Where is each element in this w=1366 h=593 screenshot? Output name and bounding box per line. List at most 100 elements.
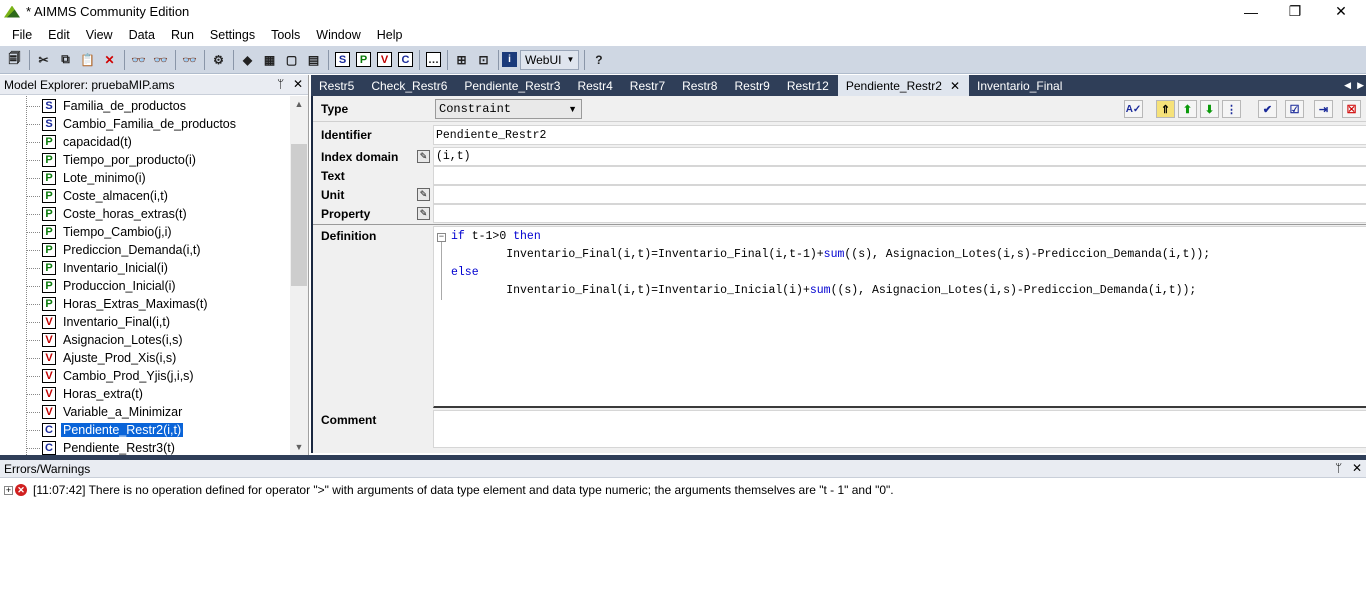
menu-run[interactable]: Run (163, 28, 202, 42)
tree-item[interactable]: C Pendiente_Restr3(t) (26, 439, 290, 455)
more-button[interactable]: … (426, 52, 441, 67)
pin-icon[interactable]: ᛘ (277, 77, 284, 91)
save-all-icon[interactable]: 🗐 (4, 49, 25, 70)
move-top-icon[interactable]: ⇑ (1156, 100, 1175, 118)
help-icon[interactable]: ? (588, 49, 609, 70)
menu-settings[interactable]: Settings (202, 28, 263, 42)
close-icon[interactable]: ✕ (293, 77, 303, 91)
tab-inventario-final[interactable]: Inventario_Final (969, 75, 1071, 96)
edit-index-domain-icon[interactable]: ✎ (417, 150, 430, 163)
tree-item[interactable]: V Ajuste_Prod_Xis(i,s) (26, 349, 290, 367)
find-next-icon[interactable]: 👓 (150, 49, 171, 70)
tree-item[interactable]: Pcapacidad(t) (26, 133, 290, 151)
definition-editor[interactable]: − if t-1>0 then Inventario_Final(i,t)=In… (433, 226, 1366, 408)
tab-close-icon[interactable]: ✕ (950, 79, 960, 93)
compile-icon[interactable]: ⊡ (473, 49, 494, 70)
check-icon[interactable]: ✔ (1258, 100, 1277, 118)
model-icon[interactable]: ◆ (237, 49, 258, 70)
tab-left-icon[interactable]: ◀ (1344, 80, 1351, 91)
delete-icon[interactable]: ✕ (99, 49, 120, 70)
scroll-down-icon[interactable]: ▼ (290, 439, 308, 455)
tree-item[interactable]: S Familia_de_productos (26, 97, 290, 115)
spell-check-icon[interactable]: A✓ (1124, 100, 1143, 118)
tree-item[interactable]: V Inventario_Final(i,t) (26, 313, 290, 331)
menu-help[interactable]: Help (369, 28, 411, 42)
restore-button[interactable]: ❐ (1272, 0, 1318, 23)
expand-icon[interactable]: + (4, 485, 13, 495)
tree-item[interactable]: C Pendiente_Restr2(i,t) (26, 421, 290, 439)
tab-restr9[interactable]: Restr9 (726, 75, 778, 96)
tab-pendiente-restr3[interactable]: Pendiente_Restr3 (456, 75, 569, 96)
page-f-icon[interactable]: ▤ (303, 49, 324, 70)
error-entry[interactable]: + ✕ [11:07:42] There is no operation def… (4, 483, 894, 497)
menu-window[interactable]: Window (308, 28, 368, 42)
check-all-icon[interactable]: ☑ (1285, 100, 1304, 118)
tree-item[interactable]: P Prediccion_Demanda(i,t) (26, 241, 290, 259)
tree-item[interactable]: P Tiempo_Cambio(j,i) (26, 223, 290, 241)
menu-file[interactable]: File (4, 28, 40, 42)
tree-item[interactable]: V Horas_extra(t) (26, 385, 290, 403)
edit-unit-icon[interactable]: ✎ (417, 188, 430, 201)
tree-item[interactable]: V Asignacion_Lotes(i,s) (26, 331, 290, 349)
find-prev-icon[interactable]: 👓 (179, 49, 200, 70)
scroll-up-icon[interactable]: ▲ (290, 96, 308, 112)
tree-item[interactable]: P Coste_almacen(i,t) (26, 187, 290, 205)
tree-item[interactable]: S Cambio_Familia_de_productos (26, 115, 290, 133)
identifier-view-icon[interactable]: ⊞ (451, 49, 472, 70)
identifier-field[interactable]: Pendiente_Restr2 (433, 125, 1366, 145)
tab-restr12[interactable]: Restr12 (779, 75, 838, 96)
unit-field[interactable] (433, 185, 1366, 204)
new-variable-button[interactable]: V (377, 52, 392, 67)
tab-pendiente-restr2[interactable]: Pendiente_Restr2 ✕ (837, 75, 969, 96)
new-constraint-button[interactable]: C (398, 52, 413, 67)
tab-restr5[interactable]: Restr5 (311, 75, 363, 96)
tab-restr4[interactable]: Restr4 (569, 75, 621, 96)
menu-data[interactable]: Data (121, 28, 163, 42)
scrollbar-thumb[interactable] (291, 144, 307, 286)
index-domain-field[interactable]: (i,t) (433, 147, 1366, 166)
data-page-icon[interactable]: ▦ (259, 49, 280, 70)
tree-item[interactable]: P Inventario_Inicial(i) (26, 259, 290, 277)
menu-edit[interactable]: Edit (40, 28, 78, 42)
tree-item[interactable]: V Variable_a_Minimizar (26, 403, 290, 421)
tree-item[interactable]: P Tiempo_por_producto(i) (26, 151, 290, 169)
export-icon[interactable]: ⇥ (1314, 100, 1333, 118)
tab-restr8[interactable]: Restr8 (674, 75, 726, 96)
cut-icon[interactable]: ✂ (33, 49, 54, 70)
move-up-icon[interactable]: ⬆ (1178, 100, 1197, 118)
pin-icon[interactable]: ᛘ (1335, 461, 1342, 475)
cancel-icon[interactable]: ☒ (1342, 100, 1361, 118)
comment-field[interactable] (433, 410, 1366, 448)
type-select[interactable]: Constraint ▼ (435, 99, 582, 119)
properties-icon[interactable]: ⚙ (208, 49, 229, 70)
paste-icon[interactable]: 📋 (77, 49, 98, 70)
copy-icon[interactable]: ⧉ (55, 49, 76, 70)
fold-toggle-icon[interactable]: − (437, 233, 446, 242)
tab-check-restr6[interactable]: Check_Restr6 (363, 75, 456, 96)
menu-view[interactable]: View (78, 28, 121, 42)
property-field[interactable] (433, 204, 1366, 223)
tree-item[interactable]: V Cambio_Prod_Yjis(j,i,s) (26, 367, 290, 385)
menu-tools[interactable]: Tools (263, 28, 308, 42)
tree-item[interactable]: P Coste_horas_extras(t) (26, 205, 290, 223)
new-set-button[interactable]: S (335, 52, 350, 67)
minimize-button[interactable]: — (1228, 0, 1274, 23)
close-icon[interactable]: ✕ (1352, 461, 1362, 475)
tree-item[interactable]: P Produccion_Inicial(i) (26, 277, 290, 295)
tree-item[interactable]: P Lote_minimo(i) (26, 169, 290, 187)
webui-dropdown[interactable]: WebUI ▼ (520, 49, 580, 70)
tree-item-label: capacidad(t) (63, 135, 132, 149)
explorer-scrollbar[interactable]: ▲ ▼ (290, 96, 308, 455)
find-icon[interactable]: 👓 (128, 49, 149, 70)
info-icon[interactable]: i (502, 52, 517, 67)
edit-property-icon[interactable]: ✎ (417, 207, 430, 220)
move-down-icon[interactable]: ⬇ (1200, 100, 1219, 118)
tab-restr7[interactable]: Restr7 (622, 75, 674, 96)
text-field[interactable] (433, 166, 1366, 185)
page-icon[interactable]: ▢ (281, 49, 302, 70)
tab-right-icon[interactable]: ▶ (1357, 80, 1364, 91)
new-parameter-button[interactable]: P (356, 52, 371, 67)
close-button[interactable]: ✕ (1318, 0, 1364, 23)
tree-item[interactable]: P Horas_Extras_Maximas(t) (26, 295, 290, 313)
tree-icon[interactable]: ⋮ (1222, 100, 1241, 118)
